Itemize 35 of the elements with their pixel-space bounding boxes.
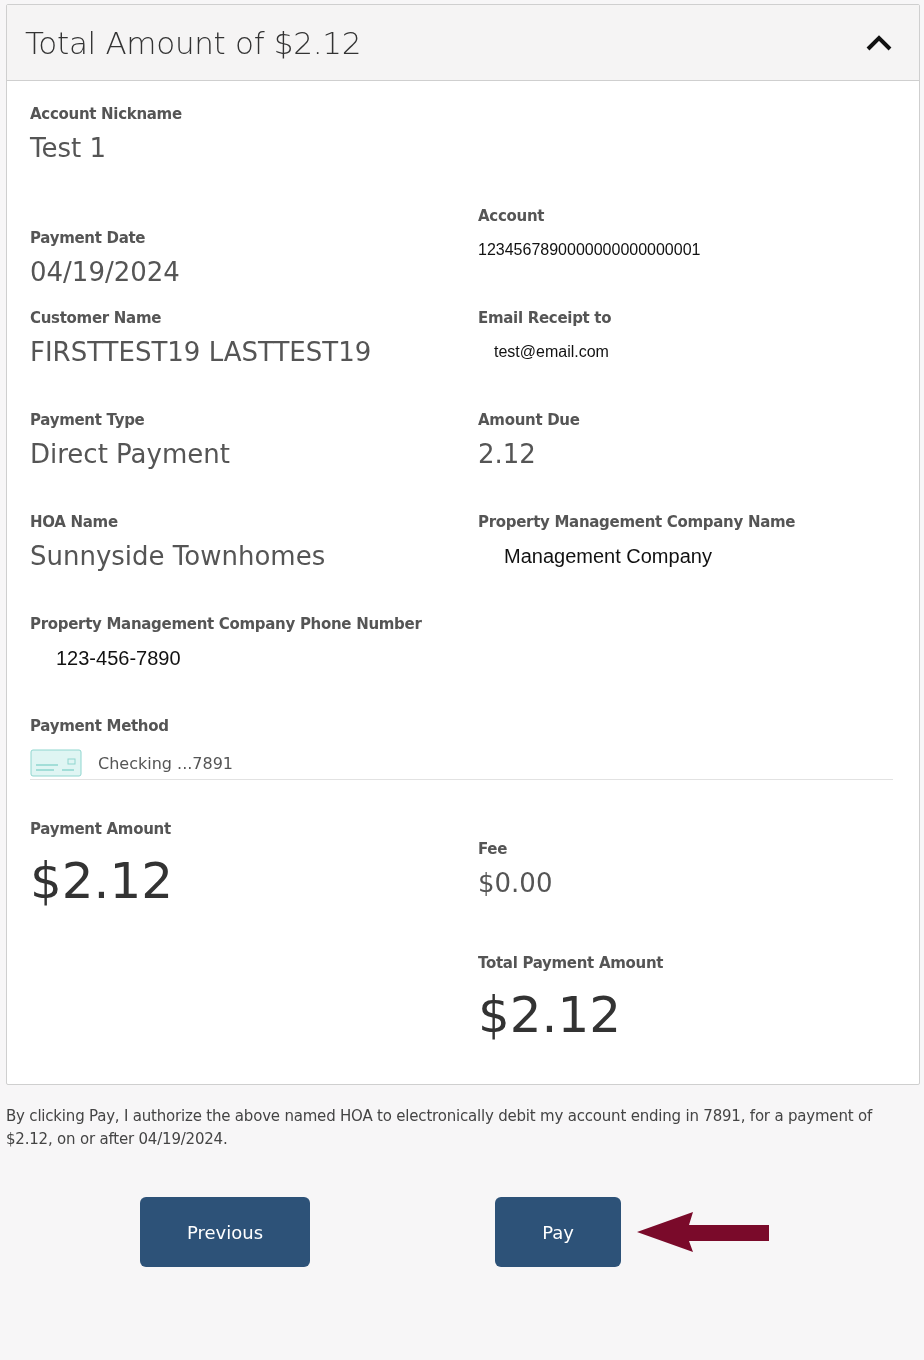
field-label: Customer Name bbox=[30, 309, 163, 327]
bank-card-icon bbox=[30, 749, 82, 777]
field-label: Payment Date bbox=[30, 229, 147, 247]
field-value: $0.00 bbox=[478, 868, 554, 898]
field-value: 1234567890000000000000001 bbox=[478, 241, 702, 259]
field-label: Property Management Company Name bbox=[478, 513, 797, 531]
field-value: 2.12 bbox=[478, 439, 537, 469]
pay-button[interactable]: Pay bbox=[495, 1197, 621, 1267]
field-value: Direct Payment bbox=[30, 439, 231, 469]
field-label: Email Receipt to bbox=[478, 309, 613, 327]
field-value: $2.12 bbox=[30, 852, 175, 910]
previous-button[interactable]: Previous bbox=[140, 1197, 310, 1267]
field-value: Sunnyside Townhomes bbox=[30, 541, 327, 571]
field-value: $2.12 bbox=[478, 986, 623, 1044]
field-value: Test 1 bbox=[30, 133, 107, 163]
field-value: Management Company bbox=[503, 545, 713, 568]
field-label: HOA Name bbox=[30, 513, 119, 531]
field-label: Fee bbox=[478, 840, 509, 858]
payment-method-value: Checking ...7891 bbox=[98, 753, 234, 773]
field-label: Payment Amount bbox=[30, 820, 172, 838]
disclaimer-text: By clicking Pay, I authorize the above named HOA to electronically debit my account ending in 7891, for a payment of $2.12, on or after 04/19/2024. bbox=[6, 1106, 874, 1150]
collapse-chevron-icon[interactable] bbox=[865, 33, 893, 52]
field-label: Property Management Company Phone Number bbox=[30, 615, 423, 633]
field-label: Account bbox=[478, 207, 546, 225]
field-value: 123-456-7890 bbox=[55, 647, 182, 670]
field-label: Account Nickname bbox=[30, 105, 183, 123]
field-label: Amount Due bbox=[478, 411, 581, 429]
field-value: 04/19/2024 bbox=[30, 257, 181, 287]
payment-method-row[interactable]: Checking ...7891 bbox=[30, 749, 893, 780]
field-label: Payment Type bbox=[30, 411, 146, 429]
field-value: FIRSTTEST19 LASTTEST19 bbox=[30, 337, 373, 367]
field-label: Total Payment Amount bbox=[478, 954, 665, 972]
field-value: test@email.com bbox=[493, 343, 610, 361]
field-label: Payment Method bbox=[30, 717, 170, 735]
panel-title: Total Amount of $2.12 bbox=[25, 24, 362, 61]
